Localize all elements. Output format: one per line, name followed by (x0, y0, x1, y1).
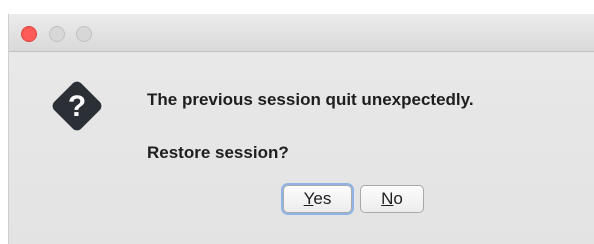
no-button[interactable]: No (360, 185, 424, 213)
yes-mnemonic: Y (303, 189, 314, 208)
dialog-message: The previous session quit unexpectedly. (147, 90, 474, 109)
question-diamond-icon: ? (52, 81, 102, 131)
no-button-label: No (381, 189, 403, 209)
no-rest: o (393, 189, 403, 208)
yes-button-label: Yes (304, 189, 332, 209)
yes-button[interactable]: Yes (283, 185, 352, 213)
dialog-content: ? The previous session quit unexpectedly… (9, 52, 594, 244)
yes-rest: es (313, 189, 332, 208)
minimize-window-button[interactable] (49, 26, 65, 42)
dialog-window: ? The previous session quit unexpectedly… (8, 14, 594, 244)
dialog-question: Restore session? (147, 143, 289, 162)
svg-text:?: ? (68, 90, 86, 123)
close-window-button[interactable] (21, 26, 37, 42)
title-bar (9, 14, 594, 52)
zoom-window-button[interactable] (76, 26, 92, 42)
no-mnemonic: N (381, 189, 394, 208)
